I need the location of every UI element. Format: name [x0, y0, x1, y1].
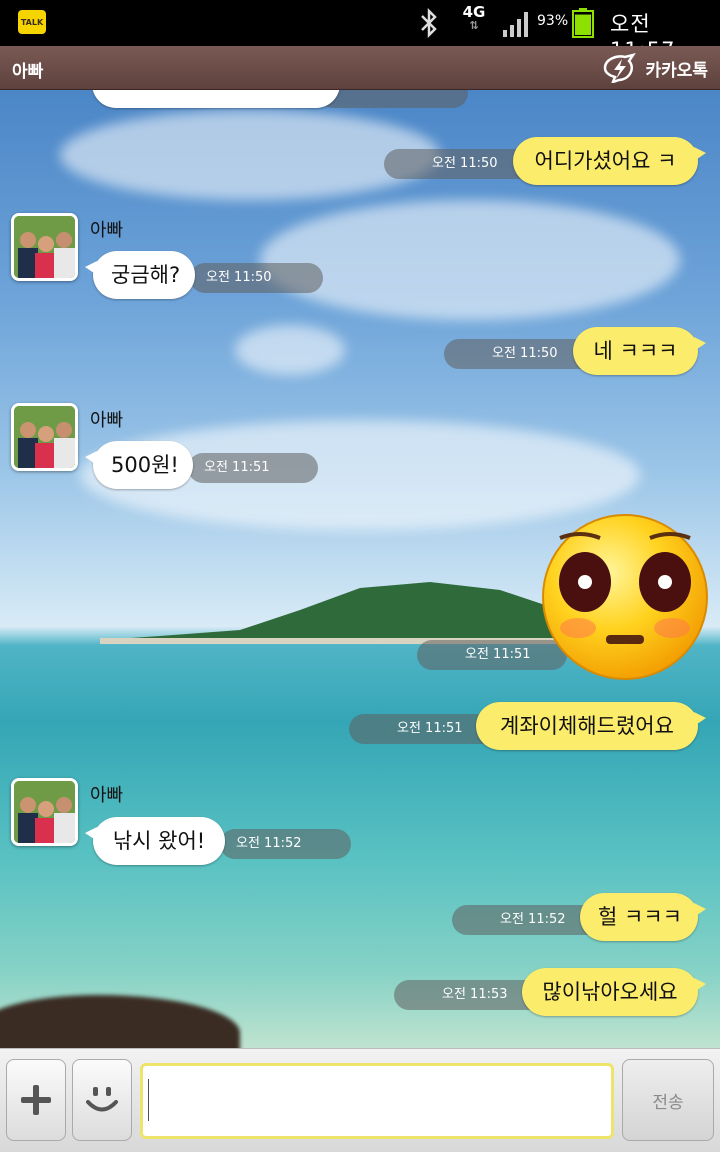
kakaotalk-notification-icon: TALK: [18, 10, 46, 34]
sender-name: 아빠: [90, 785, 124, 806]
plus-icon: [21, 1085, 51, 1115]
background-cloud: [260, 200, 680, 320]
sender-name: 아빠: [90, 410, 124, 431]
notification-label: TALK: [20, 17, 44, 27]
background-rocks: [0, 995, 240, 1048]
data-arrows-icon: ⇅: [469, 19, 479, 32]
message-bubble-partial: [92, 90, 340, 108]
smiley-icon: [86, 1087, 118, 1112]
background-cloud: [235, 325, 345, 375]
network-indicator: 4G ⇅: [460, 4, 488, 32]
sender-avatar[interactable]: [11, 778, 78, 846]
message-bubble[interactable]: 낚시 왔어!: [85, 817, 225, 865]
text-cursor: [148, 1079, 149, 1121]
battery-percent: 93%: [537, 13, 569, 29]
message-input-bar: 전송: [0, 1048, 720, 1152]
message-bubble[interactable]: 500원!: [85, 441, 193, 489]
message-timestamp: 오전 11:50: [190, 263, 323, 293]
message-bubble[interactable]: 궁금해?: [85, 251, 195, 299]
message-input[interactable]: [140, 1063, 614, 1139]
brand-label: 카카오톡: [645, 60, 708, 81]
kakaotalk-brand[interactable]: 카카오톡: [603, 53, 708, 83]
message-timestamp: 오전 11:51: [188, 453, 318, 483]
family-photo-image: [14, 781, 75, 843]
add-attachment-button[interactable]: [6, 1059, 66, 1141]
sender-name: 아빠: [90, 220, 124, 241]
signal-strength-icon: [503, 12, 528, 37]
family-photo-image: [14, 216, 75, 278]
message-bubble[interactable]: 어디가셨어요 ㅋ: [513, 137, 706, 185]
sender-avatar[interactable]: [11, 403, 78, 471]
background-cloud: [60, 110, 440, 200]
chat-room-title: 아빠: [12, 62, 44, 82]
message-timestamp: 오전 11:50: [384, 149, 534, 179]
bluetooth-icon: [421, 8, 437, 38]
family-photo-image: [14, 406, 75, 468]
message-timestamp: [318, 90, 468, 108]
chat-message-list[interactable]: 오전 11:50 어디가셨어요 ㅋ 아빠 오전 11:50 궁금해? 오전 11…: [0, 90, 720, 1048]
emoticon-button[interactable]: [72, 1059, 132, 1141]
message-timestamp: 오전 11:50: [444, 339, 594, 369]
message-bubble[interactable]: 네 ㅋㅋㅋ: [573, 327, 706, 375]
message-bubble[interactable]: 헐 ㅋㅋㅋ: [580, 893, 706, 941]
sender-avatar[interactable]: [11, 213, 78, 281]
message-bubble[interactable]: 많이낚아오세요: [522, 968, 706, 1016]
status-bar: TALK 4G ⇅ 93% 오전 11:57: [0, 0, 720, 62]
message-timestamp: 오전 11:52: [220, 829, 351, 859]
kakaotalk-lightning-icon: [604, 53, 637, 83]
chat-title-bar: 아빠 카카오톡: [0, 46, 720, 90]
send-button[interactable]: 전송: [622, 1059, 714, 1141]
battery-icon: [572, 8, 594, 38]
message-bubble[interactable]: 계좌이체해드렸어요: [476, 702, 706, 750]
background-island: [100, 582, 560, 644]
blushing-face-emoticon-icon[interactable]: [540, 510, 710, 680]
